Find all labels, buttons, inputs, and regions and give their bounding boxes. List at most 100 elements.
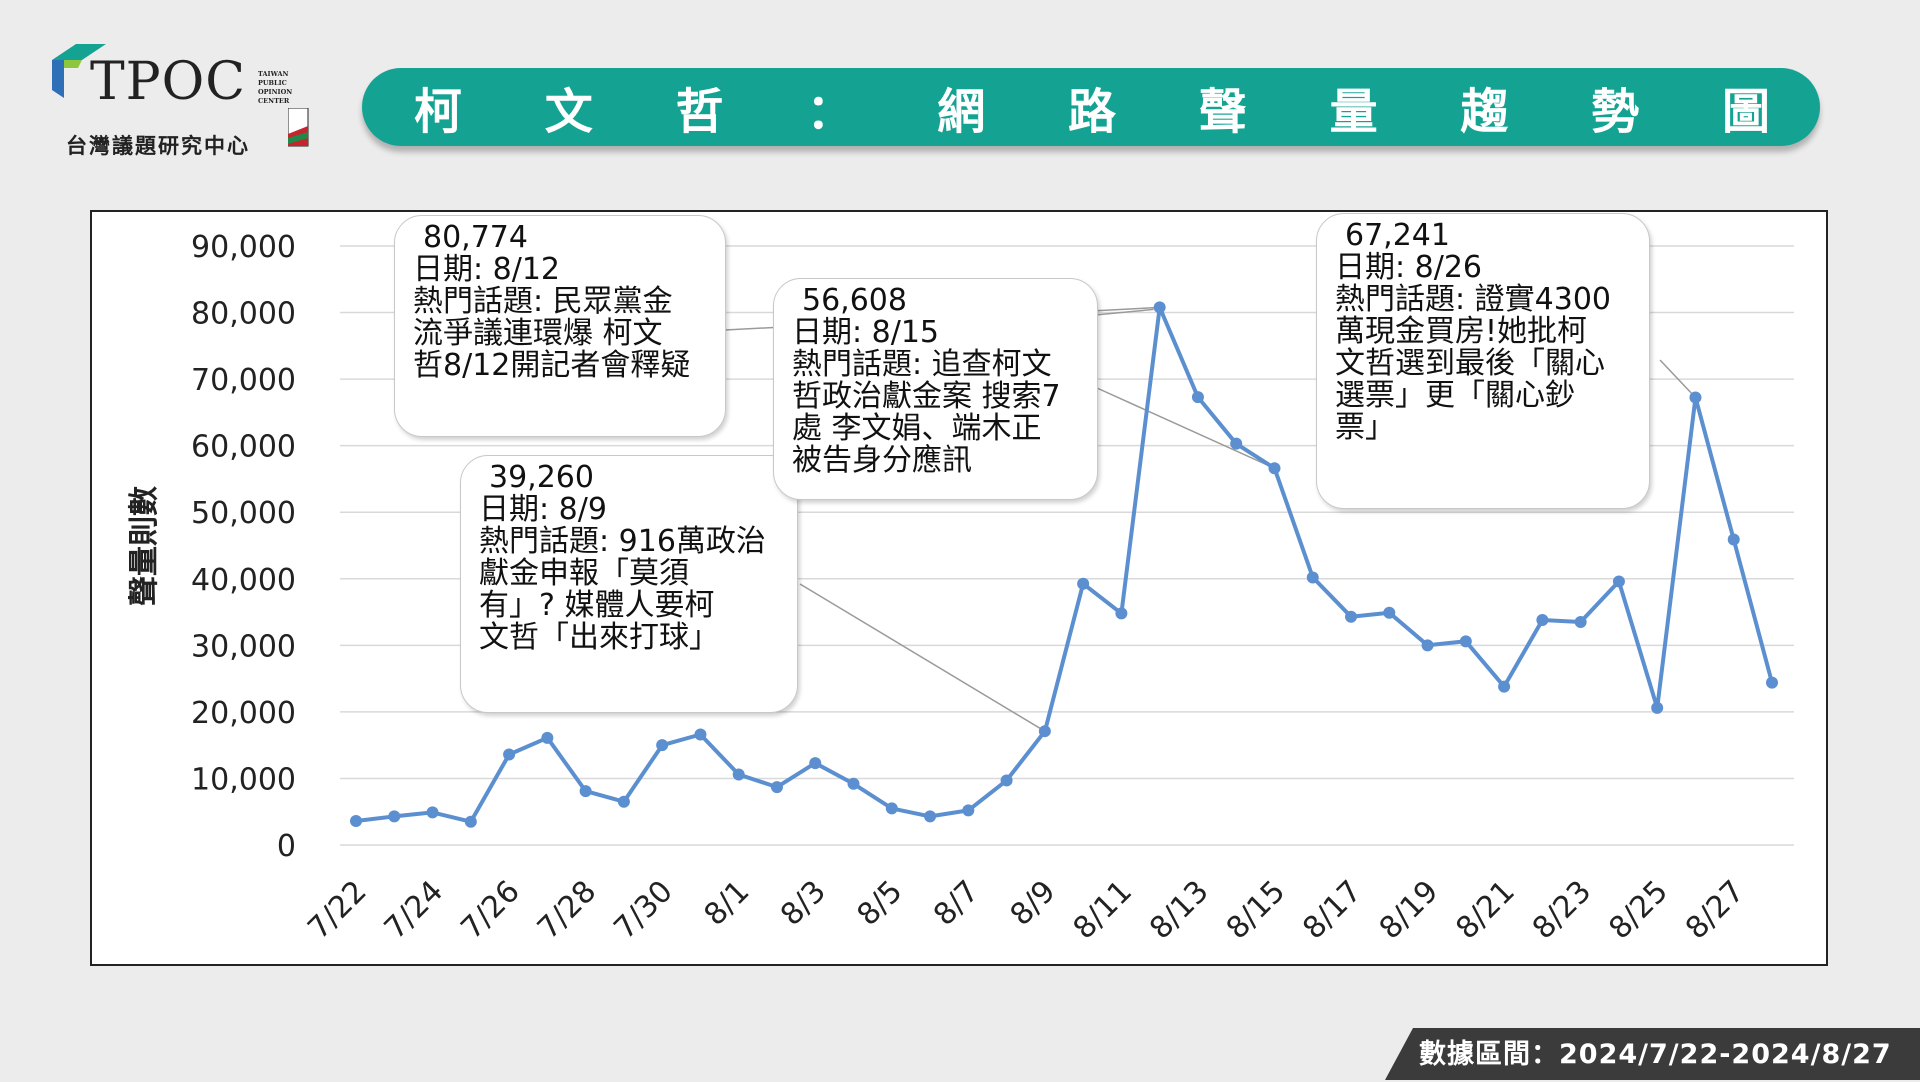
data-point	[694, 728, 707, 741]
title-char: 量	[1329, 84, 1378, 140]
annotation-line: 文哲「出來打球」	[479, 620, 719, 655]
annotation-callout: 80,774 日期: 8/12 熱門話題: 民眾黨金 流爭議連環爆 柯文 哲8/12開記…	[394, 215, 726, 437]
annotation-line: 萬現金買房!她批柯	[1335, 314, 1588, 349]
y-axis-label: 聲量則數	[127, 486, 162, 606]
annotation-line: 流爭議連環爆 柯文	[413, 316, 663, 351]
x-tick-label: 7/30	[607, 874, 679, 946]
logo-subtitle: 台灣議題研究中心	[66, 134, 250, 158]
data-point	[1612, 575, 1625, 588]
annotation-line: 熱門話題: 證實4300	[1335, 282, 1611, 317]
annotation-value: 56,608	[802, 283, 907, 318]
x-tick-label: 7/28	[531, 874, 603, 946]
data-point	[962, 804, 975, 817]
annotation-line: 日期: 8/26	[1335, 250, 1483, 285]
title-char: 勢	[1591, 84, 1640, 140]
data-point	[464, 815, 477, 828]
footer-banner: 數據區間：2024/7/22-2024/8/27	[1385, 1028, 1920, 1080]
y-tick-label: 80,000	[191, 297, 296, 332]
data-point	[1766, 676, 1778, 689]
data-point	[617, 795, 630, 808]
x-tick-label: 7/26	[454, 874, 526, 946]
x-tick-label: 7/24	[378, 874, 450, 946]
data-point	[732, 768, 745, 781]
annotation-value: 39,260	[489, 460, 594, 495]
title-char: ：	[806, 84, 855, 140]
data-point	[350, 815, 362, 828]
data-point	[1306, 571, 1319, 584]
x-tick-label: 8/5	[851, 874, 910, 933]
chart-frame: 0 10,000 20,000 30,000 40,000 50,000 60,000 70,…	[90, 210, 1828, 966]
annotation-value: 67,241	[1345, 218, 1450, 253]
x-tick-label: 7/22	[301, 874, 373, 946]
logo-side-text: TAIWAN PUBLIC OPINION CENTER	[258, 70, 293, 105]
title-char: 聲	[1198, 84, 1247, 140]
annotation-leader-line	[1096, 387, 1275, 469]
logo-brand: TPOC	[90, 52, 247, 112]
y-tick-label: 0	[277, 829, 296, 864]
title-char: 路	[1067, 84, 1116, 140]
title-char: 趨	[1460, 84, 1509, 140]
annotation-line: 日期: 8/12	[413, 252, 561, 287]
annotation-value: 80,774	[423, 220, 528, 255]
data-point	[809, 757, 822, 770]
annotation-line: 文哲選到最後「關心	[1335, 346, 1605, 381]
data-point	[1727, 533, 1740, 546]
data-point	[1498, 680, 1511, 693]
annotation-line: 票」	[1335, 410, 1395, 445]
data-point	[1383, 606, 1396, 619]
data-point	[388, 810, 401, 823]
title-banner: 柯 文 哲 ： 網 路 聲 量 趨 勢 圖	[362, 68, 1820, 146]
data-point	[1536, 614, 1549, 627]
data-point	[1077, 577, 1090, 590]
y-tick-label: 60,000	[191, 430, 296, 465]
data-point	[1421, 639, 1434, 652]
data-point	[847, 777, 860, 790]
data-point	[1115, 607, 1128, 620]
y-tick-label: 10,000	[191, 762, 296, 797]
data-point	[1230, 437, 1243, 450]
title-char: 網	[937, 84, 986, 140]
data-point	[579, 785, 592, 798]
annotation-line: 熱門話題: 追查柯文	[792, 347, 1052, 382]
title-char: 圖	[1721, 84, 1770, 140]
annotation-line: 有」? 媒體人要柯	[479, 588, 715, 623]
data-point	[656, 739, 669, 752]
x-tick-label: 8/15	[1220, 874, 1292, 946]
x-tick-label: 8/3	[774, 874, 833, 933]
annotation-leader-line	[799, 583, 1046, 732]
y-tick-label: 70,000	[191, 363, 296, 398]
annotation-line: 選票」更「關心鈔	[1335, 378, 1575, 413]
annotation-line: 被告身分應訊	[792, 443, 972, 478]
data-point	[541, 731, 554, 744]
page-title: 柯 文 哲 ： 網 路 聲 量 趨 勢 圖	[362, 68, 1820, 146]
annotation-callout: 39,260 日期: 8/9 熱門話題: 916萬政治 獻金申報「莫須 有」? 媒體人要…	[460, 455, 798, 713]
data-point	[1651, 701, 1664, 714]
annotation-line: 哲政治獻金案 搜索7	[792, 379, 1061, 414]
data-point	[770, 781, 783, 794]
x-tick-label: 8/13	[1143, 874, 1215, 946]
annotation-line: 獻金申報「莫須	[479, 556, 689, 591]
data-point	[885, 802, 898, 815]
x-tick-label: 8/9	[1004, 874, 1063, 933]
title-char: 哲	[675, 84, 724, 140]
logo-flag-icon	[288, 108, 309, 147]
y-tick-label: 40,000	[191, 563, 296, 598]
x-tick-label: 8/23	[1526, 874, 1598, 946]
data-point	[503, 748, 516, 761]
x-tick-label: 8/19	[1373, 874, 1445, 946]
data-point	[1689, 391, 1702, 404]
x-tick-label: 8/25	[1602, 874, 1674, 946]
data-point	[1459, 635, 1472, 648]
x-tick-label: 8/1	[697, 874, 756, 933]
data-point	[1268, 462, 1281, 475]
annotation-callout: 56,608 日期: 8/15 熱門話題: 追查柯文 哲政治獻金案 搜索7 處 李文娟、…	[773, 278, 1098, 500]
annotation-line: 日期: 8/15	[792, 315, 940, 350]
data-point	[924, 810, 937, 823]
data-point	[1191, 391, 1204, 404]
title-char: 文	[544, 84, 593, 140]
y-tick-label: 30,000	[191, 629, 296, 664]
y-tick-label: 90,000	[191, 230, 296, 265]
annotation-callout: 67,241 日期: 8/26 熱門話題: 證實4300 萬現金買房!她批柯 文哲選到最…	[1316, 213, 1650, 509]
title-char: 柯	[414, 84, 463, 140]
data-point	[426, 806, 439, 819]
